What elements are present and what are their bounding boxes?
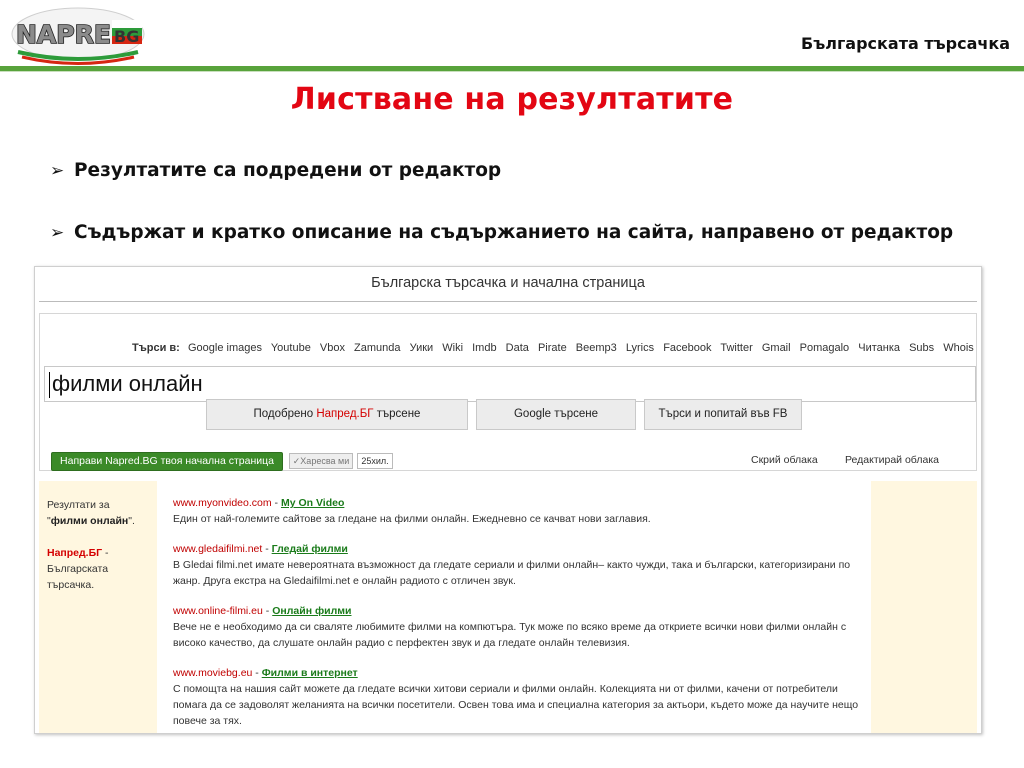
header-divider-shadow (0, 71, 1024, 72)
brand-name: Напред.БГ (47, 547, 103, 559)
source-link-google-images[interactable]: Google images (188, 342, 262, 354)
improved-search-button[interactable]: Подобрено Напред.БГ търсене (206, 399, 468, 430)
bullet-item: ➢ Съдържат и кратко описание на съдържани… (50, 222, 953, 243)
slide-title: Листване на резултатите (290, 82, 734, 117)
bullet-text: Съдържат и кратко описание на съдържание… (74, 222, 954, 243)
arrow-bullet-icon: ➢ (50, 223, 65, 243)
text-caret (49, 372, 50, 399)
napred-logo: NAPRED NAPRED BG (8, 4, 148, 68)
source-link-beemp3[interactable]: Beemp3 (576, 342, 617, 354)
bullet-text: Резултатите са подредени от редактор (74, 160, 502, 181)
search-query-text: филми онлайн (52, 371, 203, 396)
results-for-query: филми онлайн (50, 515, 129, 527)
source-link-chitanka[interactable]: Читанка (858, 342, 900, 354)
arrow-bullet-icon: ➢ (50, 161, 65, 181)
result-dash: - (262, 605, 273, 617)
search-input[interactable]: филми онлайн (44, 366, 976, 402)
fb-search-button[interactable]: Търси и попитай във FB (644, 399, 802, 430)
edit-clouds-link[interactable]: Редактирай облака (845, 454, 939, 466)
brand-text: Напред.БГ - Българската търсачка. (47, 545, 149, 593)
title-separator (39, 301, 977, 302)
bullet-item: ➢ Резултатите са подредени от редактор (50, 160, 501, 181)
like-count: 25хил. (357, 453, 393, 469)
result-description: С помощта на нашия сайт можете да гледат… (173, 683, 859, 727)
source-link-wiki[interactable]: Wiki (442, 342, 463, 354)
like-button[interactable]: ✓Харесва ми (289, 453, 353, 469)
result-dash: - (262, 543, 272, 555)
result-description: В Gledai filmi.net имате невероятната въ… (173, 559, 851, 587)
source-link-lyrics[interactable]: Lyrics (626, 342, 654, 354)
result-item: www.online-filmi.eu - Онлайн филми Вече … (173, 603, 863, 651)
button-label-suffix: търсене (373, 408, 421, 420)
button-label-brand: Напред.БГ (316, 408, 374, 420)
result-description: Вече не е необходимо да си сваляте любим… (173, 621, 847, 649)
result-title-link[interactable]: Онлайн филми (272, 605, 351, 617)
results-for-text: Резултати за "филми онлайн". (47, 497, 149, 529)
google-search-button[interactable]: Google търсене (476, 399, 636, 430)
source-link-pomagalo[interactable]: Pomagalo (800, 342, 850, 354)
source-link-vbox[interactable]: Vbox (320, 342, 345, 354)
result-title-link[interactable]: My On Video (281, 497, 344, 509)
source-link-gmail[interactable]: Gmail (762, 342, 791, 354)
right-sidebar (871, 481, 977, 733)
source-link-youtube[interactable]: Youtube (271, 342, 311, 354)
results-sidebar: Резултати за "филми онлайн". Напред.БГ -… (39, 481, 157, 733)
results-for-suffix: ". (128, 515, 135, 527)
source-link-imdb[interactable]: Imdb (472, 342, 496, 354)
source-link-pirate[interactable]: Pirate (538, 342, 567, 354)
result-url[interactable]: www.online-filmi.eu (173, 605, 263, 617)
source-link-subs[interactable]: Subs (909, 342, 934, 354)
result-description: Един от най-големите сайтове за гледане … (173, 513, 651, 525)
source-link-zamunda[interactable]: Zamunda (354, 342, 400, 354)
result-heading: www.moviebg.eu - Филми в интернет (173, 665, 863, 681)
result-heading: www.myonvideo.com - My On Video (173, 495, 863, 511)
result-heading: www.online-filmi.eu - Онлайн филми (173, 603, 863, 619)
set-homepage-button[interactable]: Направи Napred.BG твоя начална страница (51, 452, 283, 471)
search-panel: Търси в: Google images Youtube Vbox Zamu… (39, 313, 977, 471)
results-list: www.myonvideo.com - My On Video Един от … (173, 495, 863, 733)
source-link-data[interactable]: Data (506, 342, 529, 354)
source-link-facebook[interactable]: Facebook (663, 342, 711, 354)
result-item: www.gledaifilmi.net - Гледай филми В Gle… (173, 541, 863, 589)
result-title-link[interactable]: Гледай филми (272, 543, 348, 555)
result-item: www.moviebg.eu - Филми в интернет С помо… (173, 665, 863, 729)
source-link-whois[interactable]: Whois (943, 342, 974, 354)
result-dash: - (252, 667, 262, 679)
result-item: www.myonvideo.com - My On Video Един от … (173, 495, 863, 527)
search-engine-screenshot: Българска търсачка и начална страница Тъ… (34, 266, 982, 734)
button-label-prefix: Подобрено (253, 408, 317, 420)
result-url[interactable]: www.moviebg.eu (173, 667, 252, 679)
source-link-twitter[interactable]: Twitter (720, 342, 752, 354)
result-url[interactable]: www.gledaifilmi.net (173, 543, 262, 555)
hide-clouds-link[interactable]: Скрий облака (751, 454, 818, 466)
result-dash: - (271, 497, 281, 509)
search-sources: Google images Youtube Vbox Zamunda Уики … (188, 342, 980, 354)
result-heading: www.gledaifilmi.net - Гледай филми (173, 541, 863, 557)
result-title-link[interactable]: Филми в интернет (262, 667, 358, 679)
site-title: Българска търсачка и начална страница (371, 275, 645, 291)
header-tagline: Българската търсачка (801, 34, 1010, 53)
result-url[interactable]: www.myonvideo.com (173, 497, 272, 509)
source-link-uiki[interactable]: Уики (410, 342, 434, 354)
svg-text:BG: BG (114, 27, 139, 46)
search-in-label: Търси в: (132, 342, 180, 354)
